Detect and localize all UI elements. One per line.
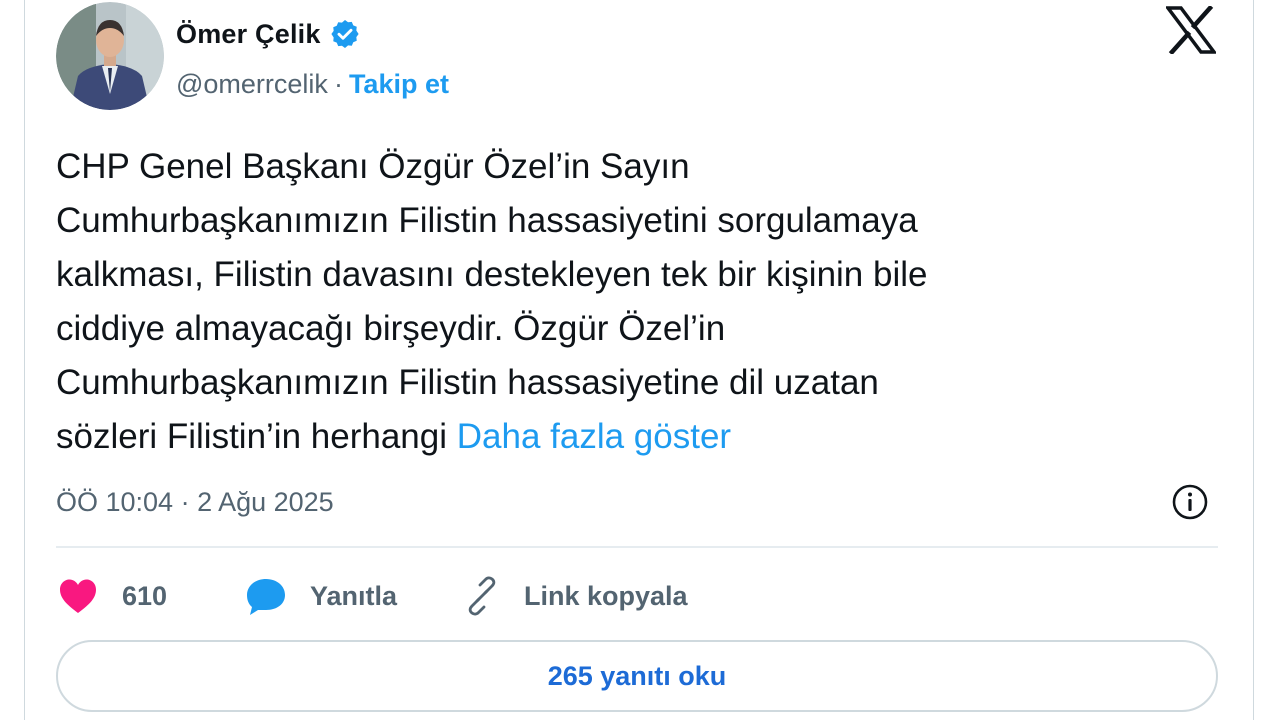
read-replies-button[interactable]: 265 yanıtı oku	[56, 640, 1218, 712]
tweet-text: CHP Genel Başkanı Özgür Özel’in Sayın Cu…	[56, 140, 1216, 464]
like-count: 610	[122, 580, 168, 611]
copy-link-label: Link kopyala	[524, 580, 688, 611]
handle-separator: ·	[333, 68, 343, 99]
divider	[56, 546, 1218, 548]
tweet-body: CHP Genel Başkanı Özgür Özel’in Sayın Cu…	[56, 147, 928, 456]
heart-icon	[56, 576, 100, 616]
tweet-timestamp[interactable]: ÖÖ 10:04 · 2 Ağu 2025	[56, 480, 334, 524]
show-more-link[interactable]: Daha fazla göster	[457, 417, 731, 456]
action-bar: 610 Yanıtla Link kopyala	[56, 570, 688, 622]
reply-button[interactable]: Yanıtla	[244, 576, 462, 616]
copy-link-button[interactable]: Link kopyala	[462, 576, 688, 616]
reply-label: Yanıtla	[310, 580, 398, 611]
verified-badge-icon	[329, 18, 361, 50]
speech-bubble-icon	[244, 576, 288, 616]
follow-link[interactable]: Takip et	[349, 69, 449, 100]
author-name[interactable]: Ömer Çelik	[176, 19, 321, 50]
like-button[interactable]: 610	[56, 576, 244, 616]
avatar-photo	[56, 2, 164, 110]
author-handle[interactable]: @omerrcelik	[176, 69, 328, 100]
author-handle-row: @omerrcelik · Takip et	[176, 64, 449, 104]
x-logo-icon[interactable]	[1164, 4, 1218, 56]
link-icon	[462, 576, 502, 616]
tweet-embed: Ömer Çelik @omerrcelik · Takip et CHP Ge…	[0, 0, 1280, 720]
author-name-row: Ömer Çelik	[176, 14, 361, 54]
info-icon[interactable]	[1170, 482, 1210, 522]
avatar[interactable]	[56, 2, 164, 110]
